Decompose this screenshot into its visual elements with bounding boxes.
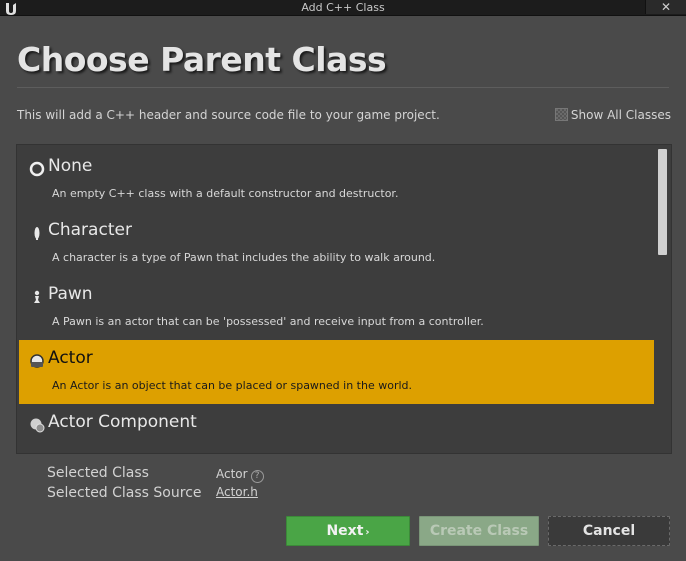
class-name: Actor Component	[48, 412, 197, 432]
selected-class-source-label: Selected Class Source	[47, 485, 202, 501]
class-description: An Actor is an object that can be placed…	[52, 379, 413, 392]
class-item-actor[interactable]: Actor An Actor is an object that can be …	[19, 340, 654, 404]
selected-class-name: Actor	[216, 467, 248, 481]
class-name: Pawn	[48, 284, 93, 304]
show-all-checkbox[interactable]	[554, 108, 568, 121]
selected-class-source-link[interactable]: Actor.h	[216, 485, 258, 499]
class-item-pawn[interactable]: Pawn A Pawn is an actor that can be 'pos…	[19, 276, 654, 340]
actor-icon	[30, 354, 44, 368]
class-description: A Pawn is an actor that can be 'possesse…	[52, 315, 484, 328]
pawn-icon	[34, 290, 40, 303]
selected-class-label: Selected Class	[47, 465, 149, 481]
selected-class-value: Actor?	[216, 467, 264, 483]
title-bar: Add C++ Class ✕	[0, 0, 686, 16]
close-button[interactable]: ✕	[645, 0, 686, 14]
show-all-label: Show All Classes	[570, 108, 671, 122]
class-description: A character is a type of Pawn that inclu…	[52, 251, 436, 264]
window-title: Add C++ Class	[301, 1, 385, 14]
next-button-label: Next	[326, 523, 364, 539]
create-class-button[interactable]: Create Class	[419, 516, 539, 546]
header-divider	[17, 87, 669, 88]
description-text: This will add a C++ header and source co…	[17, 108, 440, 122]
page-title: Choose Parent Class	[17, 40, 387, 79]
cancel-button[interactable]: Cancel	[548, 516, 670, 546]
show-all-classes-toggle[interactable]: Show All Classes	[554, 108, 671, 122]
class-item-character[interactable]: Character A character is a type of Pawn …	[19, 212, 654, 276]
class-name: None	[48, 156, 93, 176]
list-scrollbar[interactable]	[658, 149, 667, 255]
chevron-right-icon: ›	[365, 527, 370, 538]
parent-class-list[interactable]: None An empty C++ class with a default c…	[16, 144, 672, 454]
character-icon	[34, 227, 40, 240]
class-name: Character	[48, 220, 132, 240]
class-name: Actor	[48, 348, 93, 368]
circle-icon	[29, 161, 45, 177]
class-description: An empty C++ class with a default constr…	[52, 187, 399, 200]
help-icon[interactable]: ?	[250, 470, 264, 483]
class-item-none[interactable]: None An empty C++ class with a default c…	[19, 148, 654, 212]
actor-component-icon	[30, 418, 45, 433]
next-button[interactable]: Next ›	[286, 516, 410, 546]
class-item-actor-component[interactable]: Actor Component	[19, 404, 654, 453]
